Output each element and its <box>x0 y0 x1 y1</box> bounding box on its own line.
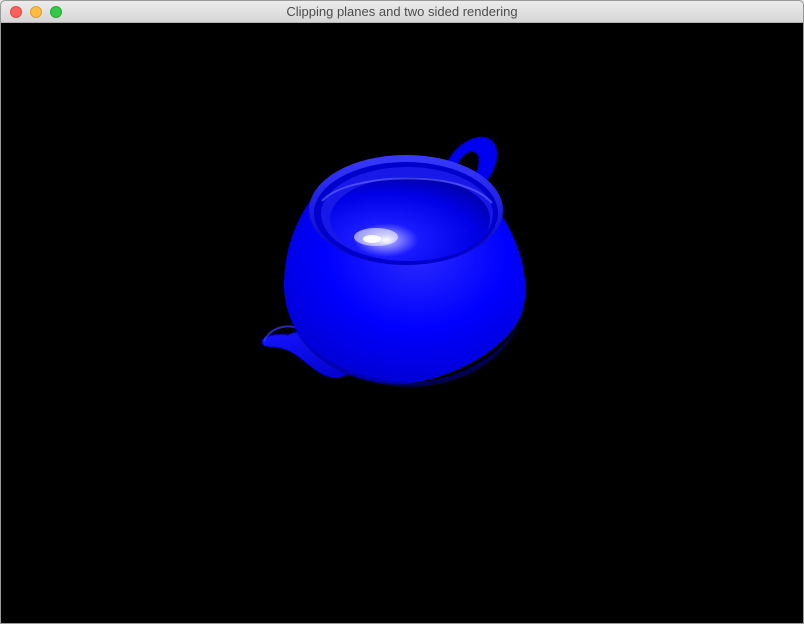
window-title: Clipping planes and two sided rendering <box>286 4 518 19</box>
title-bar[interactable]: Clipping planes and two sided rendering <box>1 1 803 23</box>
teapot-interior <box>330 177 490 261</box>
teapot-render <box>261 136 526 387</box>
opengl-viewport[interactable] <box>2 23 802 623</box>
app-window: Clipping planes and two sided rendering <box>0 0 804 624</box>
close-button[interactable] <box>10 6 22 18</box>
minimize-button[interactable] <box>30 6 42 18</box>
zoom-button[interactable] <box>50 6 62 18</box>
